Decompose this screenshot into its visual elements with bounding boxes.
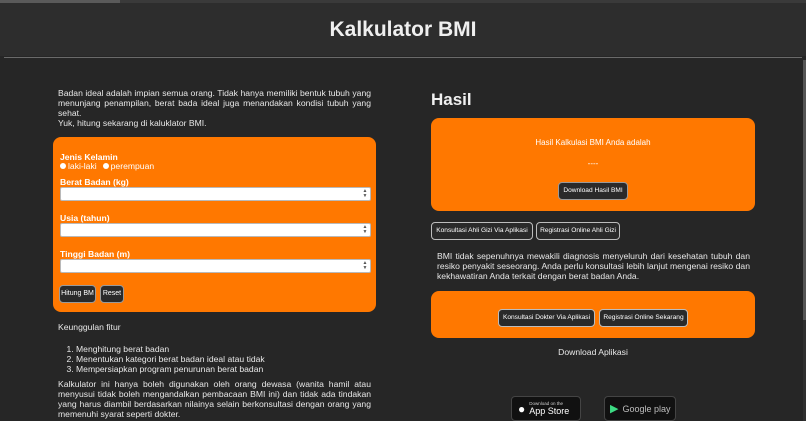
apple-icon: ● (518, 401, 526, 416)
list-item: Menghitung berat badan (76, 344, 371, 354)
weight-spinner-icon[interactable]: ▲ ▼ (362, 189, 368, 199)
usage-note: Kalkulator ini hanya boleh digunakan ole… (58, 379, 371, 419)
height-spinner-icon[interactable]: ▲ ▼ (362, 261, 368, 271)
list-item: Mempersiapkan program penurunan berat ba… (76, 364, 371, 374)
result-value: ---- (587, 159, 599, 168)
bmi-disclaimer: BMI tidak sepenuhnya mewakili diagnosis … (437, 251, 750, 281)
app-store-text: App Store (529, 406, 570, 416)
intro-cta: Yuk, hitung sekarang di kaluklator BMI. (58, 118, 207, 128)
gender-radio-group: laki-laki perempuan (60, 161, 160, 171)
features-title: Keunggulan fitur (58, 322, 121, 332)
reset-button[interactable]: Reset (100, 285, 124, 303)
intro-section: Badan ideal adalah impian semua orang. T… (58, 88, 371, 128)
age-spinner-icon[interactable]: ▲ ▼ (362, 225, 368, 235)
height-input[interactable]: ▲ ▼ (60, 259, 371, 273)
page-header: Kalkulator BMI (0, 3, 806, 56)
calculate-button[interactable]: Hitung BM (59, 285, 96, 303)
list-item: Menentukan kategori berat badan ideal at… (76, 354, 371, 364)
consult-box: Konsultasi Dokter Via Aplikasi Registras… (431, 291, 755, 338)
app-store-badge[interactable]: ● Download on the App Store (511, 396, 581, 421)
google-play-text: Google play (622, 403, 671, 414)
result-heading: Hasil (431, 90, 472, 109)
features-section: Keunggulan fitur Menghitung berat badan … (58, 322, 371, 374)
height-label: Tinggi Badan (m) (60, 249, 131, 259)
result-label: Hasil Kalkulasi BMI Anda adalah (535, 138, 651, 147)
result-box: Hasil Kalkulasi BMI Anda adalah ---- Dow… (431, 118, 755, 211)
features-list: Menghitung berat badan Menentukan katego… (58, 344, 371, 374)
radio-female-label[interactable]: perempuan (111, 161, 154, 171)
radio-male[interactable] (60, 163, 66, 169)
radio-male-label[interactable]: laki-laki (68, 161, 97, 171)
weight-label: Berat Badan (kg) (60, 177, 129, 187)
header-divider (4, 57, 802, 58)
age-label: Usia (tahun) (60, 213, 110, 223)
bmi-form: Jenis Kelamin laki-laki perempuan Berat … (53, 137, 376, 312)
consult-doctor-button[interactable]: Konsultasi Dokter Via Aplikasi (498, 309, 595, 327)
download-app-label: Download Aplikasi (558, 347, 628, 357)
google-play-badge[interactable]: ▶ Google play (604, 396, 676, 421)
page-title: Kalkulator BMI (329, 18, 477, 41)
register-nutritionist-button[interactable]: Registrasi Online Ahli Gizi (536, 222, 620, 240)
download-result-button[interactable]: Download Hasil BMI (558, 182, 628, 200)
radio-female[interactable] (102, 163, 109, 169)
register-online-button[interactable]: Registrasi Online Sekarang (599, 309, 688, 327)
intro-text: Badan ideal adalah impian semua orang. T… (58, 88, 371, 118)
play-icon: ▶ (610, 403, 619, 415)
weight-input[interactable]: ▲ ▼ (60, 187, 371, 201)
consult-nutritionist-button[interactable]: Konsultasi Ahli Gizi Via Aplikasi (431, 222, 533, 240)
age-input[interactable]: ▲ ▼ (60, 223, 371, 237)
